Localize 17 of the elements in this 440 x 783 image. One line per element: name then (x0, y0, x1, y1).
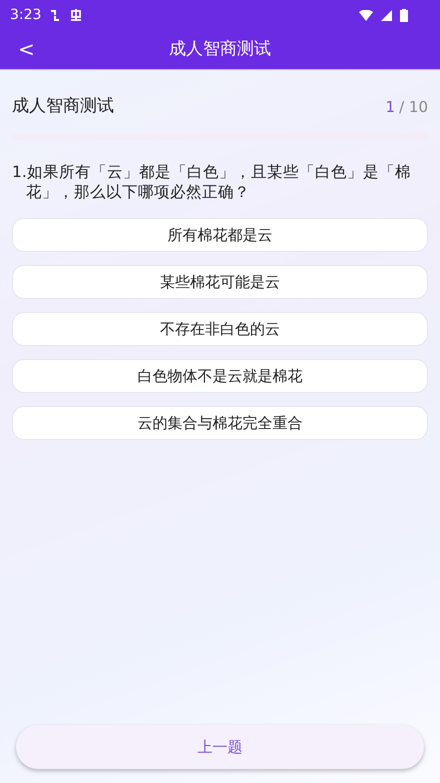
current-question-number: 1 (386, 96, 396, 118)
wifi-icon (359, 10, 373, 20)
answer-option[interactable]: 所有棉花都是云 (12, 218, 428, 252)
answer-option[interactable]: 某些棉花可能是云 (12, 264, 428, 299)
app-bar-title: 成人智商测试 (169, 38, 271, 61)
previous-question-button[interactable]: 上一题 (16, 725, 424, 769)
answer-option[interactable]: 不存在非白色的云 (12, 312, 428, 346)
total-questions: / 10 (399, 96, 428, 118)
quiz-title: 成人智商测试 (12, 95, 114, 118)
answer-option[interactable]: 白色物体不是云就是棉花 (12, 358, 428, 393)
battery-icon (400, 8, 408, 22)
status-time: 3:23 (10, 6, 42, 24)
back-button[interactable]: < (14, 36, 39, 62)
signal-icon (381, 10, 392, 20)
bug-icon (69, 8, 84, 22)
answer-option[interactable]: 云的集合与棉花完全重合 (12, 406, 428, 440)
question-text: 1.如果所有「云」都是「白色」，且某些「白色」是「棉花」，那么以下哪项必然正确？ (12, 162, 412, 202)
